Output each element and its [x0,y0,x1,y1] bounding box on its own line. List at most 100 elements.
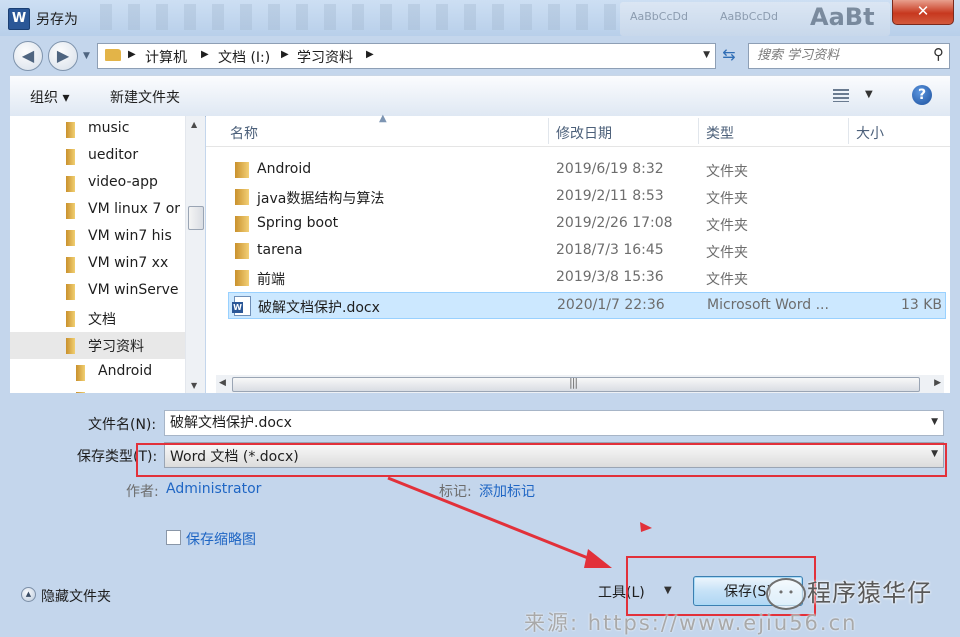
breadcrumb-separator-icon[interactable]: ▶ [366,49,374,60]
nav-tree-item[interactable]: 文档 [10,305,185,332]
file-date: 2019/6/19 8:32 [556,161,664,177]
wechat-icon: • • [766,578,806,610]
refresh-icon: ⇆ [722,45,736,64]
tags-value[interactable]: 添加标记 [479,481,535,501]
nav-tree-item[interactable]: ueditor [10,143,185,170]
new-folder-button[interactable]: 新建文件夹 [110,87,180,107]
author-value[interactable]: Administrator [166,481,261,497]
search-box[interactable]: ⚲ [748,43,950,69]
folder-icon [235,216,249,232]
file-row[interactable]: java数据结构与算法 2019/2/11 8:53 文件夹 [228,184,946,211]
address-bar[interactable]: ▶ 计算机 ▶ 文档 (I:) ▶ 学习资料 ▶ ▼ [97,43,716,69]
folder-icon [66,203,75,219]
nav-tree-item-label: 学习资料 [88,339,144,355]
scroll-right-icon[interactable]: ▶ [934,378,941,388]
file-name: Spring boot [257,215,339,231]
search-input[interactable] [757,46,917,64]
scroll-thumb[interactable]: ||| [232,376,920,392]
column-name[interactable]: 名称 [230,123,258,143]
window-title: 另存为 [36,12,78,28]
column-size[interactable]: 大小 [856,123,884,143]
file-date: 2019/2/11 8:53 [556,188,664,204]
close-button[interactable]: ✕ [892,0,954,25]
file-date: 2020/1/7 22:36 [557,297,665,313]
column-divider[interactable] [848,118,849,144]
view-dropdown-icon[interactable]: ▼ [865,89,873,100]
file-type: 文件夹 [706,272,748,288]
file-name: 破解文档保护.docx [258,300,380,316]
breadcrumb-drive[interactable]: 文档 (I:) [218,47,270,67]
folder-icon [235,270,249,286]
breadcrumb-folder[interactable]: 学习资料 [297,47,353,67]
scroll-left-icon[interactable]: ◀ [219,378,226,388]
file-row[interactable]: Android 2019/6/19 8:32 文件夹 [228,157,946,184]
nav-tree-item-label: VM win7 xx [88,255,169,271]
filename-input[interactable] [170,413,910,431]
watermark-name: 程序猿华仔 [807,579,932,607]
ghost-style-1: AaBbCcDd [630,10,688,23]
nav-tree-item[interactable]: VM win7 xx [10,251,185,278]
scroll-thumb[interactable] [188,206,204,230]
file-date: 2019/3/8 15:36 [556,269,664,285]
nav-tree-item[interactable]: 学习资料 [10,332,185,359]
nav-tree-item[interactable]: video-app [10,170,185,197]
nav-tree-item[interactable]: VM linux 7 or [10,197,185,224]
save-thumbnail-label[interactable]: 保存缩略图 [186,529,256,549]
arrow-left-icon: ◀ [21,46,35,65]
ghost-style-big: AaBt [810,3,875,31]
tags-label: 标记: [439,484,472,500]
file-row[interactable]: Spring boot 2019/2/26 17:08 文件夹 [228,211,946,238]
breadcrumb-computer[interactable]: 计算机 [145,47,187,67]
nav-tree-item[interactable]: java数据结构 [10,386,185,393]
sort-ascending-icon: ▲ [379,113,387,124]
nav-tree-item-label: 文档 [88,312,116,328]
column-date[interactable]: 修改日期 [556,123,612,143]
column-divider[interactable] [698,118,699,144]
scroll-down-icon[interactable]: ▼ [191,381,197,390]
column-divider[interactable] [548,118,549,144]
back-button[interactable]: ◀ [13,41,43,71]
help-icon[interactable]: ? [912,85,932,105]
chevron-down-icon[interactable]: ▼ [931,417,938,427]
navigation-scrollbar[interactable]: ▲ ▼ [185,116,205,393]
word-app-icon: W [8,8,30,30]
address-dropdown-icon[interactable]: ▼ [703,50,710,60]
hide-folders-button[interactable]: 隐藏文件夹 [41,586,111,606]
file-name: java数据结构与算法 [257,191,385,207]
collapse-up-icon[interactable]: ▲ [21,587,36,602]
breadcrumb-separator-icon[interactable]: ▶ [201,49,209,60]
file-row[interactable]: tarena 2018/7/3 16:45 文件夹 [228,238,946,265]
column-type[interactable]: 类型 [706,123,734,143]
filename-field[interactable]: ▼ [164,410,944,436]
nav-tree-item-label: java数据结构 [98,390,183,393]
save-thumbnail-checkbox[interactable] [166,530,181,545]
forward-button[interactable]: ▶ [48,41,78,71]
organize-button[interactable]: 组织 ▾ [30,87,69,107]
file-type: Microsoft Word ... [707,297,829,313]
title-bar: AaBbCcDd AaBbCcDd AaBt W 另存为 ✕ [0,0,960,36]
ghost-style-2: AaBbCcDd [720,10,778,23]
folder-icon [105,49,121,61]
file-row[interactable]: 破解文档保护.docx 2020/1/7 22:36 Microsoft Word … [228,292,946,319]
nav-tree-item[interactable]: VM win7 his [10,224,185,251]
nav-tree-item[interactable]: VM winServe [10,278,185,305]
view-options-icon[interactable] [833,89,849,102]
history-dropdown-icon[interactable]: ▼ [83,51,90,61]
folder-icon [66,230,75,246]
navigation-pane: music ueditor video-app VM linux 7 or VM win… [10,116,205,393]
scroll-up-icon[interactable]: ▲ [191,120,197,129]
nav-tree-item[interactable]: Android [10,359,185,386]
horizontal-scrollbar[interactable]: ◀ ||| ▶ [216,375,944,393]
breadcrumb-separator-icon[interactable]: ▶ [128,49,136,60]
file-list: ▲ 名称 修改日期 类型 大小 Android 2019/6/19 8:32 文件夹… [206,113,950,393]
file-row[interactable]: 前端 2019/3/8 15:36 文件夹 [228,265,946,292]
file-date: 2019/2/26 17:08 [556,215,673,231]
annotation-highlight-filetype [136,443,947,477]
nav-tree-item-label: ueditor [88,147,139,163]
search-icon[interactable]: ⚲ [933,45,944,63]
nav-tree-item[interactable]: music [10,116,185,143]
background-ribbon-toolbar [100,4,620,30]
breadcrumb-separator-icon[interactable]: ▶ [281,49,289,60]
folder-icon [76,365,85,381]
refresh-button[interactable]: ⇆ [716,43,742,67]
